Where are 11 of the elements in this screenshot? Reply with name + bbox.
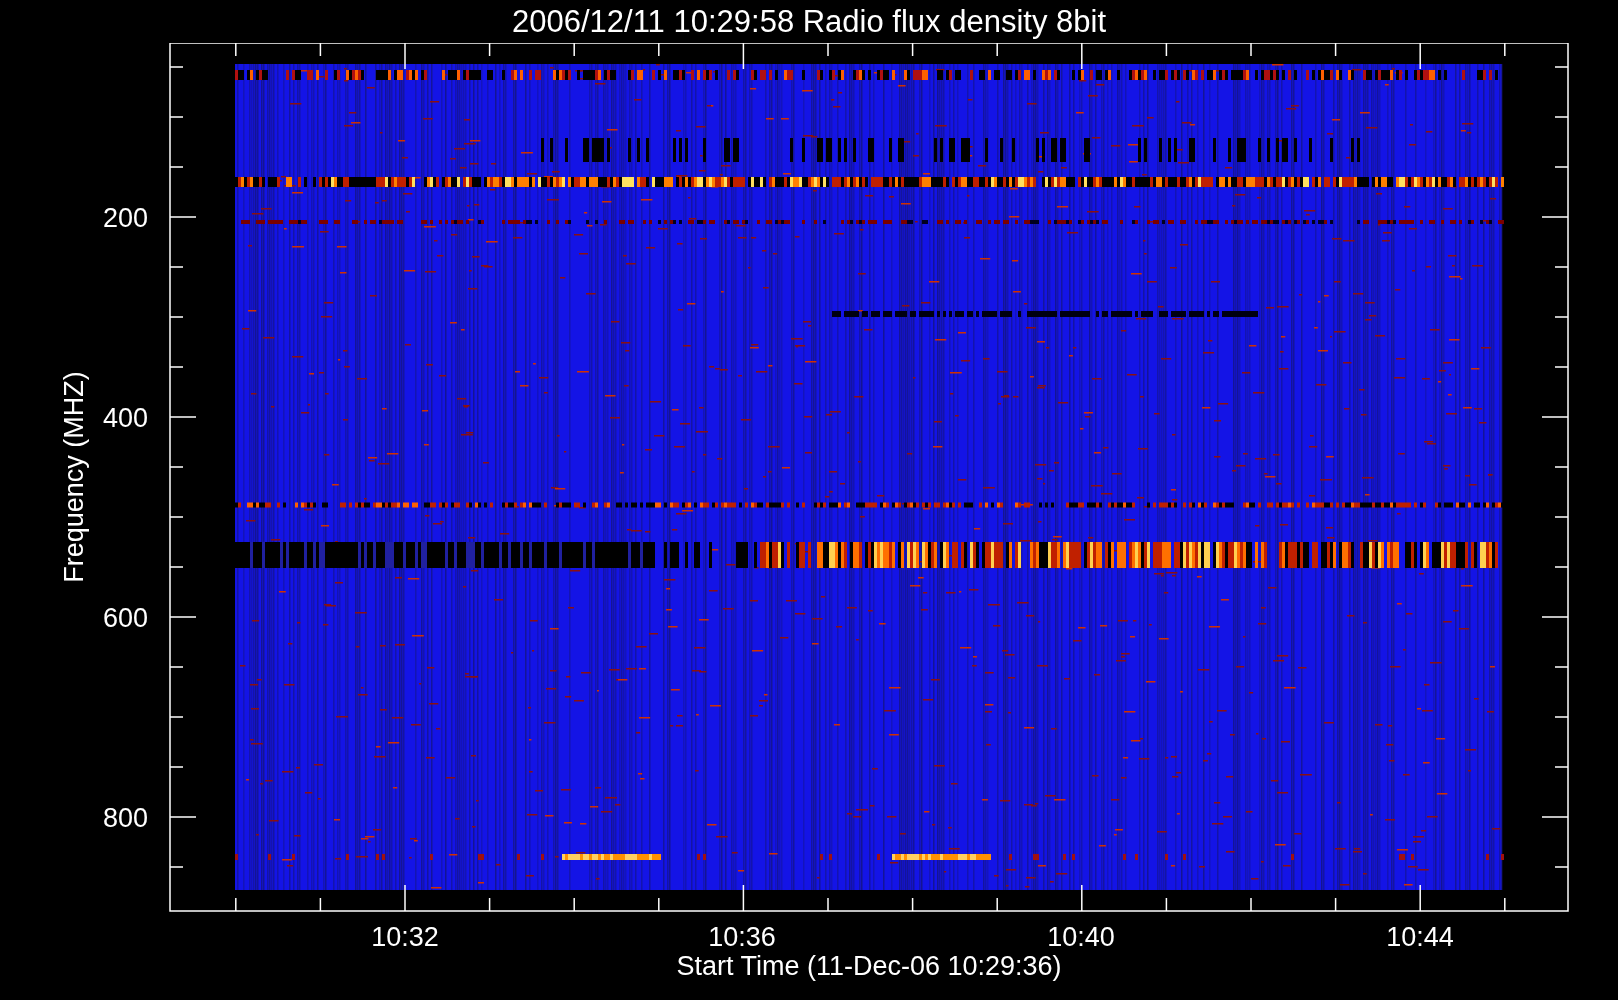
x-axis-label: Start Time (11-Dec-06 10:29:36)	[676, 951, 1062, 981]
y-tick-label: 800	[102, 803, 148, 833]
chart-title: 2006/12/11 10:29:58 Radio flux density 8bit	[512, 6, 1106, 37]
y-axis-label: Frequency (MHZ)	[59, 371, 89, 583]
y-tick-label: 400	[102, 403, 148, 433]
y-tick-label: 600	[102, 603, 148, 633]
x-tick-label: 10:44	[1386, 922, 1454, 952]
x-tick-label: 10:40	[1047, 922, 1115, 952]
x-tick-label: 10:36	[708, 922, 776, 952]
x-tick-label: 10:32	[371, 922, 439, 952]
y-tick-label: 200	[102, 203, 148, 233]
